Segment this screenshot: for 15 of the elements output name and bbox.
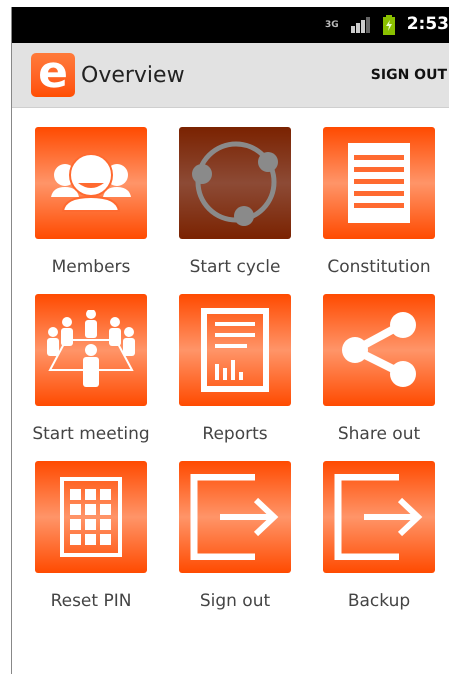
app-logo: e — [31, 53, 75, 97]
report-icon — [201, 308, 269, 392]
exit-icon — [190, 474, 280, 560]
meeting-icon — [46, 310, 136, 390]
screen-title: Overview — [81, 62, 185, 90]
document-icon — [348, 143, 410, 223]
exit-icon — [334, 474, 424, 560]
battery-icon — [382, 15, 395, 35]
share-icon — [341, 312, 417, 388]
clock: 2:53 — [406, 13, 449, 36]
sign-out-action[interactable]: SIGN OUT — [370, 64, 449, 86]
people-icon — [51, 153, 131, 213]
keypad-icon — [60, 477, 122, 557]
signal-icon — [350, 17, 371, 33]
network-icon: 3G — [325, 20, 339, 30]
